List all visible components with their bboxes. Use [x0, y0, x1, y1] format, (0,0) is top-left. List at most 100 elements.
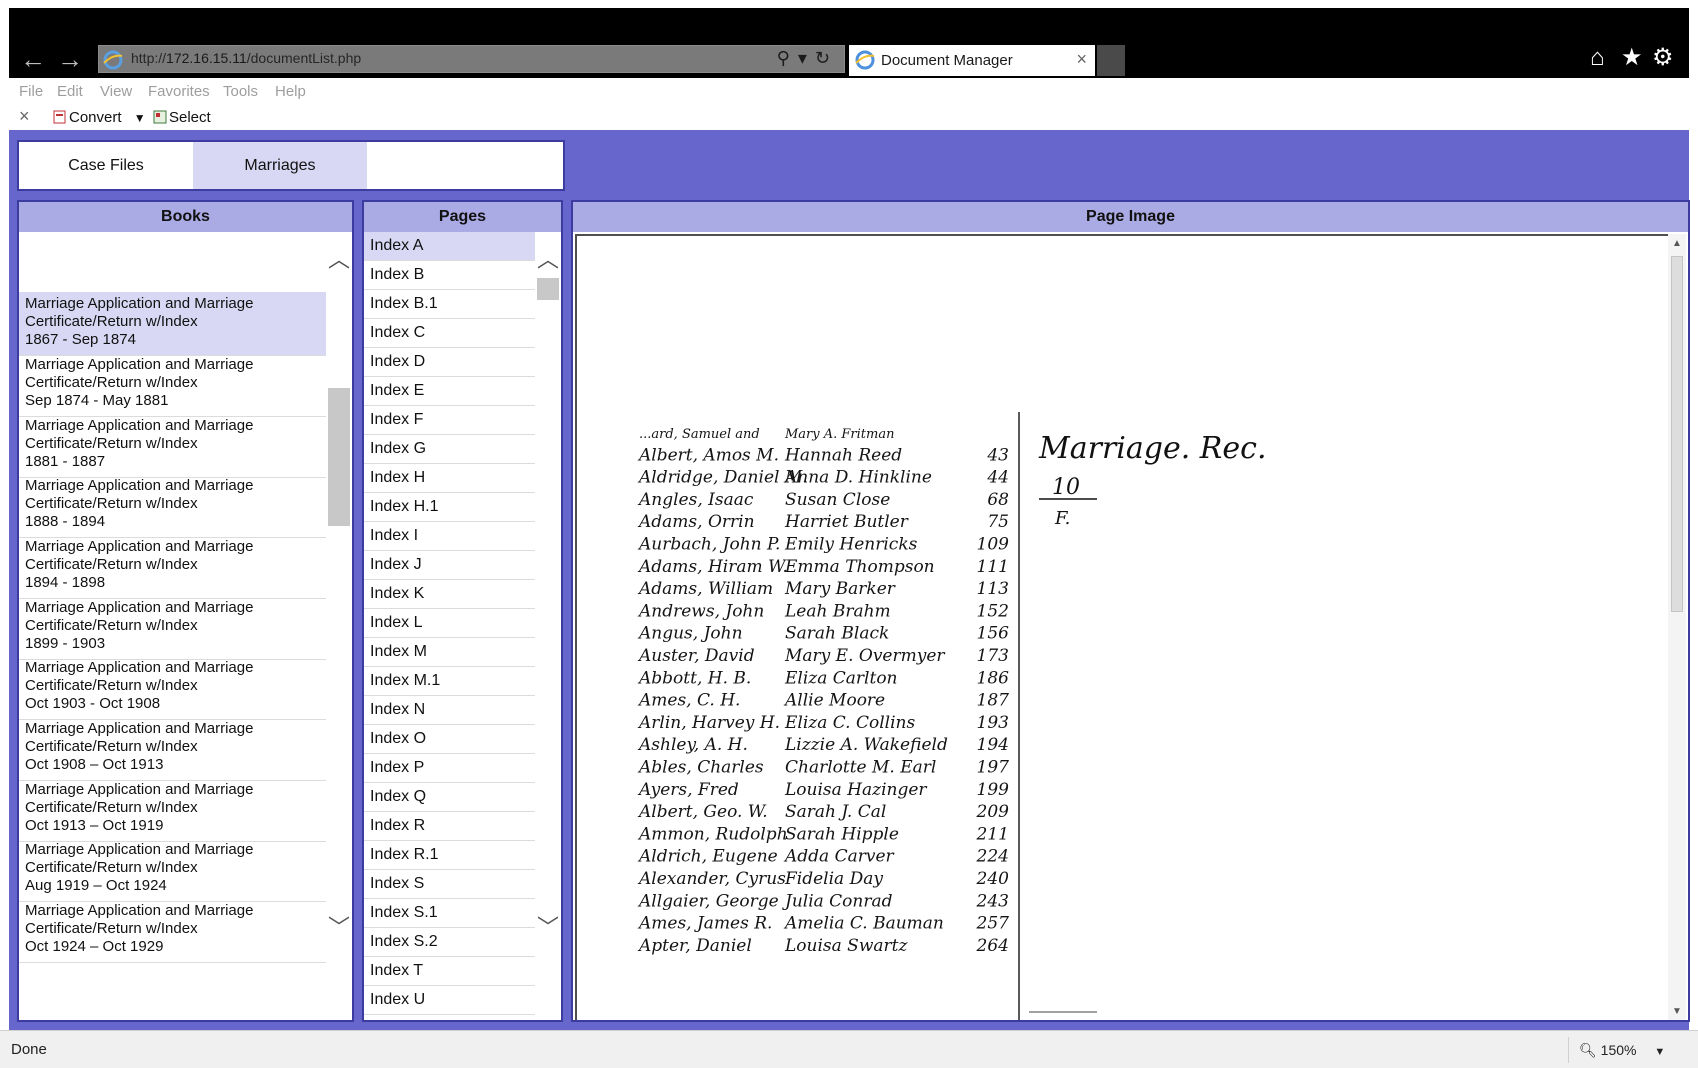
- tab-close-icon[interactable]: ×: [1076, 49, 1087, 70]
- ledger-bride: Harriet Butler: [784, 512, 909, 532]
- page-item[interactable]: Index J: [364, 551, 535, 580]
- page-item[interactable]: Index T: [364, 957, 535, 986]
- favorites-star-icon[interactable]: ★: [1621, 44, 1643, 72]
- ledger-number: 156: [977, 624, 1010, 644]
- book-item[interactable]: Marriage Application and Marriage Certifi…: [19, 899, 326, 963]
- ie-logo-icon: [103, 50, 123, 70]
- menu-view[interactable]: View: [100, 83, 132, 100]
- ledger-fraction-top: 10: [1052, 475, 1080, 500]
- page-item[interactable]: Index U: [364, 986, 535, 1015]
- book-item[interactable]: Marriage Application and Marriage Certifi…: [19, 656, 326, 720]
- page-image-panel: Page Image Marriage. Rec. 10 F. ...ard, …: [571, 200, 1690, 1022]
- page-item[interactable]: Index R: [364, 812, 535, 841]
- book-line: Marriage Application and Marriage: [25, 417, 254, 434]
- book-line: Certificate/Return w/Index: [25, 920, 198, 937]
- scroll-thumb[interactable]: [1671, 256, 1683, 612]
- page-item[interactable]: Index C: [364, 319, 535, 348]
- back-button[interactable]: ←: [18, 44, 48, 74]
- select-button[interactable]: Select: [153, 109, 211, 126]
- close-command-icon[interactable]: ×: [19, 106, 30, 127]
- page-item[interactable]: Index L: [364, 609, 535, 638]
- ledger-bride: Sarah Hipple: [785, 824, 899, 844]
- page-item[interactable]: Index S.2: [364, 928, 535, 957]
- image-scrollbar[interactable]: ▲ ▼: [1668, 234, 1686, 1020]
- ledger-groom: Albert, Amos M.: [637, 445, 779, 465]
- page-item[interactable]: Index B: [364, 261, 535, 290]
- menu-tools[interactable]: Tools: [223, 83, 258, 100]
- home-icon[interactable]: ⌂: [1590, 44, 1605, 72]
- page-item[interactable]: Index P: [364, 754, 535, 783]
- book-date-range: 1894 - 1898: [25, 574, 106, 591]
- new-tab-button[interactable]: [1097, 45, 1125, 76]
- scroll-thumb[interactable]: [328, 388, 350, 526]
- ledger-groom: Albert, Geo. W.: [637, 802, 768, 822]
- scroll-up-icon[interactable]: ︿: [535, 248, 561, 272]
- scroll-down-icon[interactable]: ▼: [1668, 1004, 1686, 1020]
- menu-file[interactable]: File: [19, 83, 43, 100]
- address-bar[interactable]: http://172.16.15.11/documentList.php ⚲▾↻: [98, 45, 845, 73]
- page-item[interactable]: Index B.1: [364, 290, 535, 319]
- book-line: Certificate/Return w/Index: [25, 435, 198, 452]
- scroll-up-icon[interactable]: ︿: [326, 248, 352, 272]
- page-item[interactable]: Index S.1: [364, 899, 535, 928]
- browser-window: ← → http://172.16.15.11/documentList.php…: [0, 0, 1698, 1068]
- books-scrollbar[interactable]: ︿ ﹀: [326, 232, 352, 1020]
- pages-list: Index A Index B Index B.1 Index C Index D Ind…: [364, 232, 535, 1020]
- menu-help[interactable]: Help: [275, 83, 306, 100]
- book-item[interactable]: Marriage Application and Marriage Certifi…: [19, 353, 326, 417]
- page-item[interactable]: Index S: [364, 870, 535, 899]
- page-item[interactable]: Index K: [364, 580, 535, 609]
- search-icon[interactable]: ⚲: [777, 48, 798, 68]
- document-manager-app: Case Files Marriages Books Marriage Appl…: [9, 130, 1690, 1030]
- convert-button[interactable]: Convert ▼: [53, 109, 146, 126]
- dropdown-icon[interactable]: ▾: [798, 48, 815, 68]
- book-item[interactable]: Marriage Application and Marriage Certifi…: [19, 596, 326, 660]
- page-item[interactable]: Index H.1: [364, 493, 535, 522]
- tab-case-files[interactable]: Case Files: [19, 142, 193, 189]
- page-item[interactable]: Index G: [364, 435, 535, 464]
- page-item[interactable]: Index D: [364, 348, 535, 377]
- page-item[interactable]: Index R.1: [364, 841, 535, 870]
- menu-edit[interactable]: Edit: [57, 83, 83, 100]
- book-item[interactable]: Marriage Application and Marriage Certifi…: [19, 778, 326, 842]
- page-item[interactable]: Index M: [364, 638, 535, 667]
- page-item[interactable]: Index M.1: [364, 667, 535, 696]
- page-item[interactable]: Index F: [364, 406, 535, 435]
- page-item[interactable]: Index A: [364, 232, 535, 261]
- page-item[interactable]: Index O: [364, 725, 535, 754]
- page-image-viewer[interactable]: Marriage. Rec. 10 F. ...ard, Samuel and M…: [575, 234, 1671, 1020]
- menu-favorites[interactable]: Favorites: [148, 83, 210, 100]
- browser-tab[interactable]: Document Manager ×: [849, 45, 1095, 76]
- ledger-bride: Louisa Hazinger: [784, 780, 927, 800]
- page-item[interactable]: Index E: [364, 377, 535, 406]
- page-item[interactable]: Index N: [364, 696, 535, 725]
- ledger-bride: Mary E. Overmyer: [784, 646, 945, 666]
- ledger-number: 152: [977, 601, 1009, 621]
- book-item[interactable]: Marriage Application and Marriage Certifi…: [19, 474, 326, 538]
- convert-dropdown-icon[interactable]: ▼: [134, 111, 146, 125]
- page-item[interactable]: Index H: [364, 464, 535, 493]
- book-item[interactable]: Marriage Application and Marriage Certifi…: [19, 717, 326, 781]
- ledger-bride: Susan Close: [785, 490, 890, 510]
- gear-icon[interactable]: ⚙: [1652, 44, 1674, 72]
- book-item[interactable]: Marriage Application and Marriage Certifi…: [19, 535, 326, 599]
- book-date-range: 1867 - Sep 1874: [25, 331, 136, 348]
- book-item[interactable]: Marriage Application and Marriage Certifi…: [19, 414, 326, 478]
- ledger-groom: Apter, Daniel: [637, 936, 752, 956]
- scroll-down-icon[interactable]: ﹀: [326, 916, 352, 940]
- address-tools[interactable]: ⚲▾↻: [777, 48, 838, 69]
- forward-button[interactable]: →: [55, 44, 85, 74]
- page-item[interactable]: Index I: [364, 522, 535, 551]
- book-line: Certificate/Return w/Index: [25, 677, 198, 694]
- scroll-thumb[interactable]: [537, 278, 559, 300]
- scroll-down-icon[interactable]: ﹀: [535, 916, 561, 940]
- pages-scrollbar[interactable]: ︿ ﹀: [535, 232, 561, 1020]
- refresh-icon[interactable]: ↻: [815, 48, 838, 68]
- book-item[interactable]: Marriage Application and Marriage Certifi…: [19, 292, 326, 356]
- scroll-up-icon[interactable]: ▲: [1668, 236, 1686, 252]
- tab-marriages[interactable]: Marriages: [193, 142, 367, 189]
- zoom-control[interactable]: 🔍︎ 150% ▼: [1568, 1037, 1688, 1063]
- zoom-dropdown-icon[interactable]: ▼: [1654, 1046, 1665, 1058]
- page-item[interactable]: Index Q: [364, 783, 535, 812]
- book-item[interactable]: Marriage Application and Marriage Certifi…: [19, 838, 326, 902]
